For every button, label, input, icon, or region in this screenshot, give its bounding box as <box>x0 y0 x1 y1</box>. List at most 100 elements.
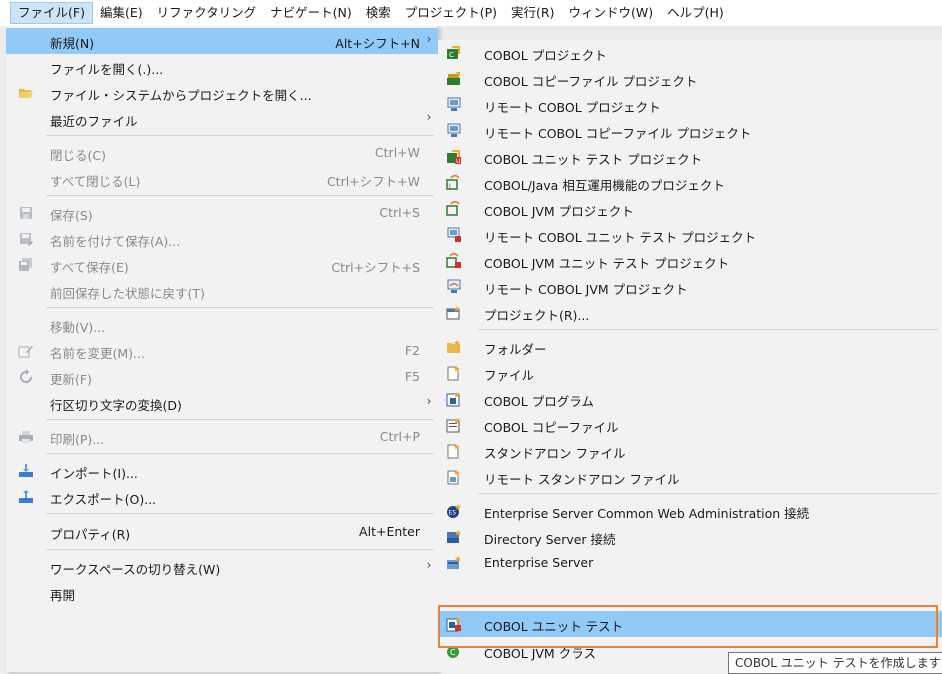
menu-run[interactable]: 実行(R) <box>504 2 561 24</box>
submenu-item-cobol-program[interactable]: COBOL プログラム <box>438 386 942 412</box>
tooltip: COBOL ユニット テストを作成します <box>728 652 942 674</box>
submenu-item-label: COBOL/Java 相互運用機能のプロジェクト <box>484 178 725 193</box>
submenu-item-cobol-copyfile-project[interactable]: COBOL コピーファイル プロジェクト <box>438 66 942 92</box>
menu-file[interactable]: ファイル(F) <box>10 2 93 24</box>
menu-item-label: 移動(V)... <box>50 320 106 335</box>
menu-item-switch-workspace[interactable]: ワークスペースの切り替え(W) › <box>6 554 438 580</box>
menu-item-revert[interactable]: 前回保存した状態に戻す(T) <box>6 278 438 304</box>
jvm-unit-test-project-icon <box>446 253 462 269</box>
submenu-item-file[interactable]: ファイル <box>438 360 942 386</box>
menu-item-close[interactable]: 閉じる(C) Ctrl+W <box>6 140 438 166</box>
menu-item-new[interactable]: 新規(N) Alt+シフト+N › <box>6 28 438 54</box>
menu-search[interactable]: 検索 <box>359 2 398 24</box>
menu-item-rename[interactable]: 名前を変更(M)... F2 <box>6 338 438 364</box>
chevron-right-icon: › <box>426 110 432 124</box>
submenu-item-remote-cobol-unit-test-project[interactable]: リモート COBOL ユニット テスト プロジェクト <box>438 222 942 248</box>
submenu-item-label: プロジェクト(R)... <box>484 308 590 323</box>
submenu-item-label: COBOL ユニット テスト プロジェクト <box>484 152 703 167</box>
submenu-item-standalone-file[interactable]: スタンドアロン ファイル <box>438 438 942 464</box>
menu-separator <box>478 329 938 330</box>
submenu-item-cobol-jvm-unit-test-project[interactable]: COBOL JVM ユニット テスト プロジェクト <box>438 248 942 274</box>
menu-item-label: 名前を付けて保存(A)... <box>50 234 181 249</box>
cobol-project-icon: C <box>446 45 462 61</box>
menu-item-restart[interactable]: 再開 <box>6 580 438 606</box>
menu-item-label: 新規(N) <box>50 36 95 51</box>
menu-refactor[interactable]: リファクタリング <box>150 2 264 24</box>
menu-separator <box>46 307 434 308</box>
menu-item-label: 更新(F) <box>50 372 92 387</box>
menu-item-recent-files[interactable]: 最近のファイル › <box>6 106 438 132</box>
svg-text:ES: ES <box>449 510 457 517</box>
menu-item-label: 閉じる(C) <box>50 148 106 163</box>
menu-item-label: 最近のファイル <box>50 114 138 129</box>
rename-icon <box>18 343 34 359</box>
submenu-item-label: フォルダー <box>484 342 547 357</box>
remote-copyfile-project-icon <box>446 123 462 139</box>
menu-item-import[interactable]: インポート(I)... <box>6 458 438 484</box>
menu-window[interactable]: ウィンドウ(W) <box>562 2 661 24</box>
submenu-item-label: COBOL コピーファイル <box>484 420 619 435</box>
submenu-item-escwa-connection[interactable]: ES Enterprise Server Common Web Administ… <box>438 498 942 524</box>
menu-separator <box>46 195 434 196</box>
submenu-item-directory-server[interactable]: Directory Server 接続 <box>438 524 942 550</box>
standalone-file-icon <box>446 443 462 459</box>
submenu-item-cobol-unit-test-project[interactable]: U COBOL ユニット テスト プロジェクト <box>438 144 942 170</box>
menu-edit[interactable]: 編集(E) <box>93 2 150 24</box>
menu-item-refresh[interactable]: 更新(F) F5 <box>6 364 438 390</box>
menu-item-shortcut: F2 <box>404 343 420 358</box>
save-as-icon <box>18 231 34 247</box>
save-all-icon <box>18 257 34 273</box>
submenu-item-remote-cobol-project[interactable]: リモート COBOL プロジェクト <box>438 92 942 118</box>
submenu-item-label: リモート COBOL プロジェクト <box>484 100 661 115</box>
menu-item-export[interactable]: エクスポート(O)... <box>6 484 438 510</box>
folder-icon <box>446 339 462 355</box>
menu-item-save[interactable]: 保存(S) Ctrl+S <box>6 200 438 226</box>
menu-item-save-as[interactable]: 名前を付けて保存(A)... <box>6 226 438 252</box>
submenu-item-interop-project[interactable]: J COBOL/Java 相互運用機能のプロジェクト <box>438 170 942 196</box>
submenu-item-remote-cobol-jvm-project[interactable]: リモート COBOL JVM プロジェクト <box>438 274 942 300</box>
highlight-annotation <box>438 605 938 648</box>
remote-cobol-project-icon <box>446 97 462 113</box>
menu-item-move[interactable]: 移動(V)... <box>6 312 438 338</box>
submenu-item-remote-cobol-copyfile-project[interactable]: リモート COBOL コピーファイル プロジェクト <box>438 118 942 144</box>
submenu-item-label: Directory Server 接続 <box>484 532 616 547</box>
submenu-item-project[interactable]: プロジェクト(R)... <box>438 300 942 326</box>
submenu-item-cobol-project[interactable]: C COBOL プロジェクト <box>438 40 942 66</box>
unit-test-project-icon: U <box>446 149 462 165</box>
chevron-right-icon: › <box>426 394 432 408</box>
submenu-item-folder[interactable]: フォルダー <box>438 334 942 360</box>
remote-jvm-project-icon <box>446 279 462 295</box>
submenu-item-label: COBOL JVM プロジェクト <box>484 204 634 219</box>
import-icon <box>18 463 34 479</box>
menu-item-print[interactable]: 印刷(P)... Ctrl+P <box>6 424 438 450</box>
menu-item-convert-line-delimiters[interactable]: 行区切り文字の変換(D) › <box>6 390 438 416</box>
menu-help[interactable]: ヘルプ(H) <box>660 2 731 24</box>
menu-item-label: 保存(S) <box>50 208 93 223</box>
menu-item-save-all[interactable]: すべて保存(E) Ctrl+シフト+S <box>6 252 438 278</box>
file-icon <box>446 365 462 381</box>
menu-item-properties[interactable]: プロパティ(R) Alt+Enter <box>6 519 438 545</box>
menu-item-label: すべて保存(E) <box>50 260 129 275</box>
menu-item-open-projects-from-fs[interactable]: ファイル・システムからプロジェクトを開く... <box>6 80 438 106</box>
submenu-item-cobol-copyfile[interactable]: COBOL コピーファイル <box>438 412 942 438</box>
submenu-item-label: COBOL コピーファイル プロジェクト <box>484 74 698 89</box>
cobol-program-icon <box>446 391 462 407</box>
refresh-icon <box>18 369 34 385</box>
menu-item-close-all[interactable]: すべて閉じる(L) Ctrl+シフト+W <box>6 166 438 192</box>
submenu-item-label: COBOL プロジェクト <box>484 48 607 63</box>
submenu-item-enterprise-server[interactable]: Enterprise Server <box>438 550 942 576</box>
menu-item-label: 名前を変更(M)... <box>50 346 145 361</box>
menu-item-label: エクスポート(O)... <box>50 492 157 507</box>
submenu-item-remote-standalone-file[interactable]: リモート スタンドアロン ファイル <box>438 464 942 490</box>
remote-standalone-file-icon <box>446 469 462 485</box>
svg-text:C: C <box>449 51 454 59</box>
menu-separator <box>46 419 434 420</box>
submenu-item-label: COBOL JVM ユニット テスト プロジェクト <box>484 256 730 271</box>
menu-navigate[interactable]: ナビゲート(N) <box>263 2 359 24</box>
submenu-item-cobol-jvm-project[interactable]: COBOL JVM プロジェクト <box>438 196 942 222</box>
menu-project[interactable]: プロジェクト(P) <box>398 2 504 24</box>
submenu-item-label: COBOL プログラム <box>484 394 594 409</box>
menu-item-open-file[interactable]: ファイルを開く(.)... <box>6 54 438 80</box>
menu-item-label: 行区切り文字の変換(D) <box>50 398 182 413</box>
menu-separator <box>46 513 434 514</box>
